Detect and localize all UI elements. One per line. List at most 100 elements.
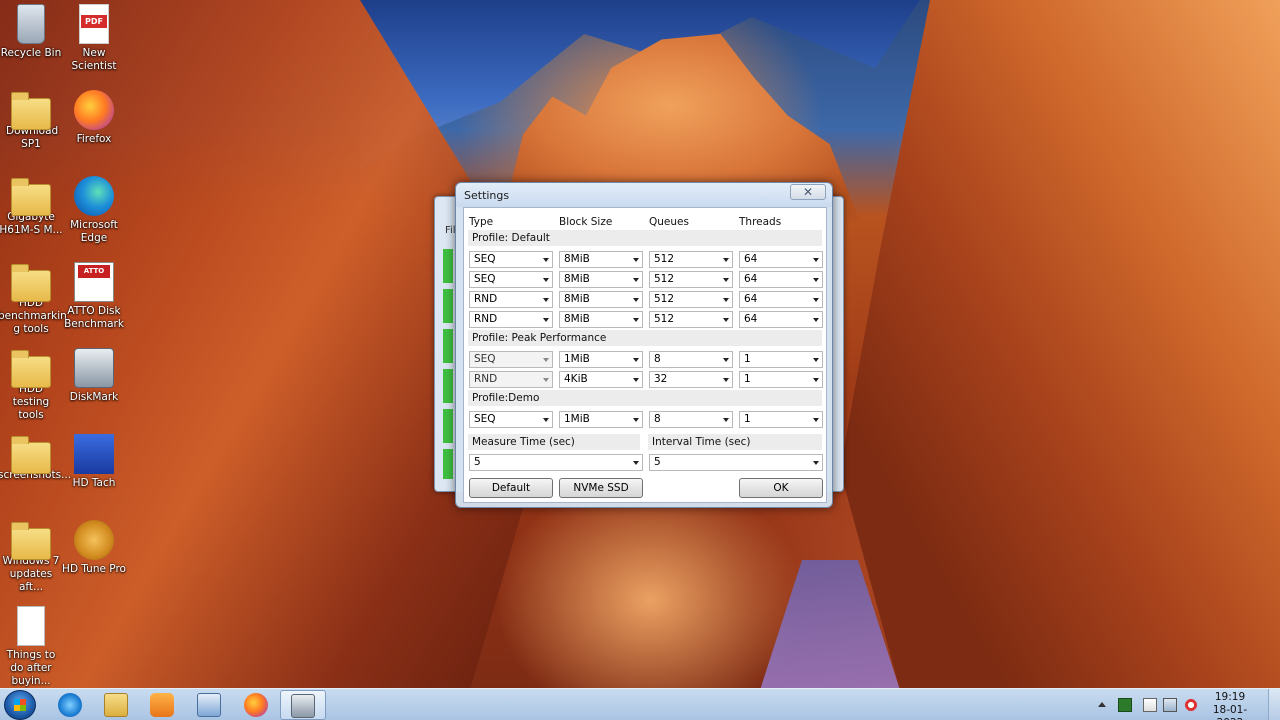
dropdown-arrow-icon [813,278,819,282]
type-select[interactable]: SEQ [469,411,553,428]
desktop-icon-hdtune[interactable]: HD Tune Pro [61,520,127,576]
select-value: 1MiB [564,413,590,425]
nvme-ssd-button[interactable]: NVMe SSD [559,478,643,498]
ok-button[interactable]: OK [739,478,823,498]
select-value: 8MiB [564,313,590,325]
file-explorer-icon[interactable] [104,693,128,717]
desktop-icon-things-to-do[interactable]: Things to do after buyin... [0,606,64,688]
type-select[interactable]: SEQ [469,351,553,368]
select-value: 64 [744,273,758,285]
threads-select[interactable]: 64 [739,311,823,328]
dialog-titlebar[interactable]: Settings ✕ [456,183,832,207]
desktop-icon-recycle-bin[interactable]: Recycle Bin [0,4,64,60]
column-header-threads: Threads [739,216,782,228]
queues-select[interactable]: 8 [649,411,733,428]
folder-icon [11,436,51,474]
block-size-select[interactable]: 1MiB [559,351,643,368]
system-clock[interactable]: 19:19 18-01-2022 [1200,691,1260,720]
dropdown-arrow-icon [633,418,639,422]
select-value: SEQ [474,353,496,365]
default-button[interactable]: Default [469,478,553,498]
dropdown-arrow-icon [813,358,819,362]
nvidia-tray-icon[interactable] [1118,698,1132,712]
folder-icon [11,522,51,560]
measure-time-select[interactable]: 5 [469,454,643,471]
start-orb-icon[interactable] [4,690,36,720]
desktop-icon-firefox[interactable]: Firefox [61,90,127,146]
block-size-select[interactable]: 8MiB [559,271,643,288]
desktop-icon-hdtach[interactable]: HD Tach [61,434,127,490]
desktop-icon-label: Windows 7 updates aft... [2,555,60,593]
dropdown-arrow-icon [813,378,819,382]
block-size-select[interactable]: 8MiB [559,311,643,328]
action-center-flag-icon[interactable] [1143,698,1157,712]
select-value: SEQ [474,273,496,285]
queues-select[interactable]: 512 [649,271,733,288]
column-header-queues: Queues [649,216,689,228]
queues-select[interactable]: 512 [649,291,733,308]
firefox-icon[interactable] [244,693,268,717]
block-size-select[interactable]: 1MiB [559,411,643,428]
taskbar-diskmark-button[interactable] [280,690,326,720]
threads-select[interactable]: 64 [739,291,823,308]
block-size-select[interactable]: 4KiB [559,371,643,388]
block-size-select[interactable]: 8MiB [559,291,643,308]
settings-dialog[interactable]: Settings ✕ Type Block Size Queues Thread… [455,182,833,508]
desktop-icon-new-scientist[interactable]: PDF New Scientist [61,4,127,73]
control-panel-icon[interactable] [197,693,221,717]
threads-select[interactable]: 64 [739,271,823,288]
select-value: 8MiB [564,293,590,305]
desktop-icon-download-sp1[interactable]: Download SP1 [0,90,64,151]
select-value: RND [474,293,498,305]
dropdown-arrow-icon [723,378,729,382]
folder-icon [11,350,51,388]
desktop-icon-screenshots[interactable]: screenshots... [0,434,71,482]
queues-select[interactable]: 8 [649,351,733,368]
type-select[interactable]: SEQ [469,271,553,288]
clock-date: 18-01-2022 [1212,704,1248,720]
dropdown-arrow-icon [543,358,549,362]
network-icon[interactable] [1163,698,1177,712]
dropdown-arrow-icon [813,258,819,262]
select-value: RND [474,373,498,385]
desktop-icon-hdd-testing[interactable]: HDD testing tools [0,348,64,422]
block-size-select[interactable]: 8MiB [559,251,643,268]
close-button[interactable]: ✕ [790,184,826,200]
profile-peak-header: Profile: Peak Performance [468,330,822,346]
dropdown-arrow-icon [633,298,639,302]
type-select[interactable]: RND [469,311,553,328]
desktop-icon-edge[interactable]: Microsoft Edge [61,176,127,245]
select-value: 64 [744,313,758,325]
desktop-icon-atto[interactable]: ATTO ATTO Disk Benchmark [61,262,127,331]
threads-select[interactable]: 1 [739,351,823,368]
threads-select[interactable]: 64 [739,251,823,268]
dropdown-arrow-icon [633,461,639,465]
queues-select[interactable]: 512 [649,311,733,328]
threads-select[interactable]: 1 [739,411,823,428]
threads-select[interactable]: 1 [739,371,823,388]
interval-time-select[interactable]: 5 [649,454,823,471]
type-select[interactable]: RND [469,371,553,388]
select-value: 5 [474,456,481,468]
dropdown-arrow-icon [813,298,819,302]
desktop-icon-win7updates[interactable]: Windows 7 updates aft... [0,520,64,594]
menu-file[interactable]: Fil [445,225,456,236]
type-select[interactable]: RND [469,291,553,308]
queues-select[interactable]: 32 [649,371,733,388]
atto-icon: ATTO [74,262,114,302]
internet-explorer-icon[interactable] [58,693,82,717]
show-desktop-button[interactable] [1268,689,1280,720]
desktop-icon-diskmark[interactable]: DiskMark [61,348,127,404]
show-hidden-icons-icon[interactable] [1098,702,1106,707]
close-icon: ✕ [802,185,814,199]
volume-muted-icon[interactable] [1184,698,1198,712]
profile-default-header: Profile: Default [468,230,822,246]
interval-time-label: Interval Time (sec) [648,434,822,450]
desktop-icon-hdd-benchmarking[interactable]: HDD benchmarkin g tools [0,262,67,336]
queues-select[interactable]: 512 [649,251,733,268]
desktop-icon-label: Microsoft Edge [70,219,118,244]
desktop-icon-gigabyte[interactable]: Gigabyte H61M-S M... [0,176,64,237]
type-select[interactable]: SEQ [469,251,553,268]
desktop-icon-label: HD Tune Pro [62,563,126,575]
media-player-icon[interactable] [150,693,174,717]
